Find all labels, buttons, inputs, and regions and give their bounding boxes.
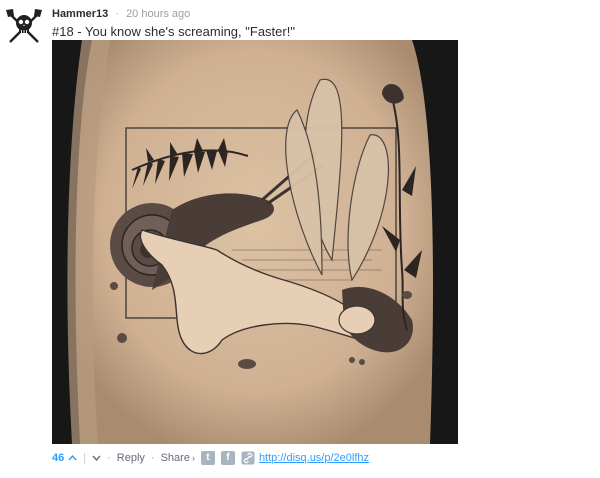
upvote-icon[interactable] <box>68 453 77 464</box>
header-separator: · <box>115 8 119 20</box>
downvote-icon[interactable] <box>92 453 101 464</box>
share-button[interactable]: Share <box>161 452 190 464</box>
vote-count: 46 <box>52 452 65 464</box>
vote-divider: | <box>83 452 87 464</box>
comment-header: Hammer13 · 20 hours ago <box>52 8 190 20</box>
link-icon[interactable] <box>241 451 255 465</box>
skull-crossed-axes-icon <box>6 9 42 43</box>
twitter-icon[interactable]: t <box>200 451 215 465</box>
author-name[interactable]: Hammer13 <box>52 8 108 20</box>
share-caret-icon: › <box>191 453 195 463</box>
comment-footer: 46 | · Reply · Share › t f http://disq.u… <box>52 450 369 466</box>
comment-message: #18 - You know she's screaming, "Faster!… <box>52 24 295 39</box>
tattoo-photo <box>52 40 458 444</box>
chevron-down-icon <box>92 455 101 461</box>
comment-timestamp[interactable]: 20 hours ago <box>126 8 190 20</box>
chain-link-icon <box>241 451 255 465</box>
avatar[interactable] <box>4 6 44 46</box>
permalink[interactable]: http://disq.us/p/2e0lfhz <box>259 452 369 464</box>
attached-image[interactable] <box>52 40 458 444</box>
facebook-icon[interactable]: f <box>220 451 235 465</box>
footer-separator: · <box>150 452 155 464</box>
reply-button[interactable]: Reply <box>117 452 145 464</box>
footer-separator: · <box>107 452 111 464</box>
chevron-up-icon <box>68 454 77 460</box>
